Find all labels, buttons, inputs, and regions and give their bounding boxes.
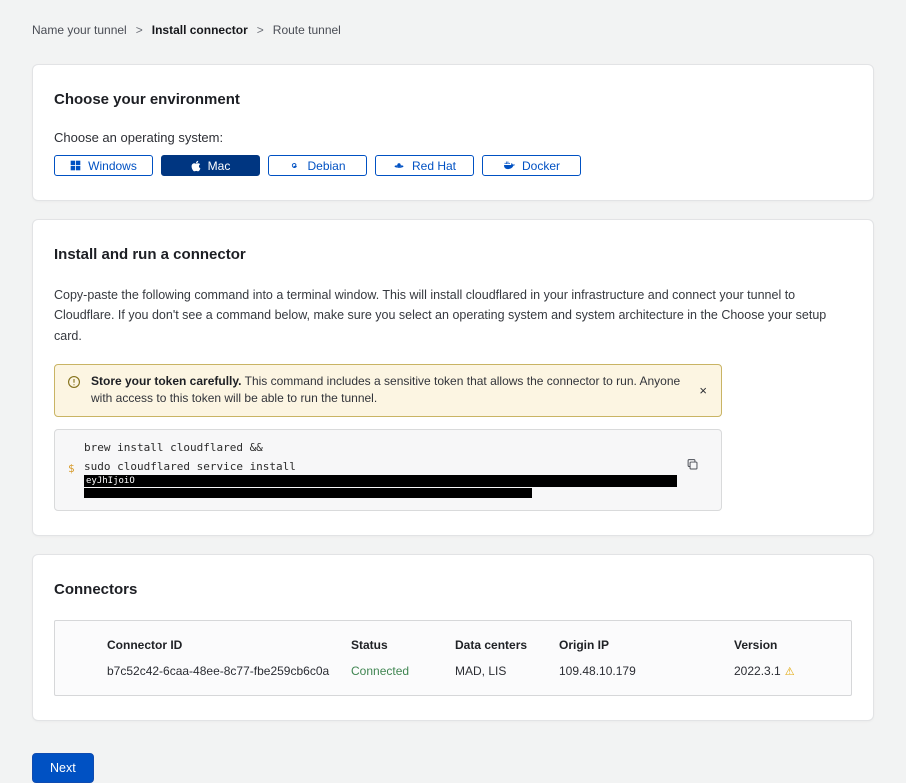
windows-icon bbox=[70, 160, 81, 171]
breadcrumb-separator: > bbox=[136, 23, 143, 37]
os-button-label: Mac bbox=[208, 159, 231, 173]
column-header-version: Version bbox=[734, 638, 841, 652]
token-warning-banner: Store your token carefully. This command… bbox=[54, 364, 722, 417]
os-button-group: Windows Mac Debian Red Hat bbox=[54, 155, 852, 176]
next-button[interactable]: Next bbox=[32, 753, 94, 783]
cell-version: 2022.3.1 ⚠ bbox=[734, 664, 841, 678]
os-select-label: Choose an operating system: bbox=[54, 130, 852, 145]
breadcrumb-separator: > bbox=[257, 23, 264, 37]
os-button-label: Docker bbox=[522, 159, 560, 173]
shell-prompt: $ bbox=[68, 462, 75, 475]
code-lines: brew install cloudflared && sudo cloudfl… bbox=[84, 441, 681, 498]
cell-origin-ip: 109.48.10.179 bbox=[559, 664, 734, 678]
version-value: 2022.3.1 bbox=[734, 664, 781, 678]
column-header-connector-id: Connector ID bbox=[107, 638, 351, 652]
os-button-mac[interactable]: Mac bbox=[161, 155, 260, 176]
breadcrumb-step-install-connector[interactable]: Install connector bbox=[152, 23, 248, 37]
cell-connector-id: b7c52c42-6caa-48ee-8c77-fbe259cb6c0a bbox=[107, 664, 351, 678]
os-button-windows[interactable]: Windows bbox=[54, 155, 153, 176]
token-redacted-bar bbox=[84, 488, 532, 498]
debian-icon bbox=[289, 160, 300, 171]
os-button-redhat[interactable]: Red Hat bbox=[375, 155, 474, 176]
status-badge: Connected bbox=[351, 664, 455, 678]
version-warning-icon: ⚠ bbox=[785, 666, 795, 678]
install-command-block: $ brew install cloudflared && sudo cloud… bbox=[54, 429, 722, 511]
os-button-debian[interactable]: Debian bbox=[268, 155, 367, 176]
copy-icon[interactable] bbox=[684, 456, 701, 476]
breadcrumb: Name your tunnel > Install connector > R… bbox=[32, 0, 874, 37]
cell-data-centers: MAD, LIS bbox=[455, 664, 559, 678]
token-warning-bold: Store your token carefully. bbox=[91, 374, 242, 388]
breadcrumb-step-name-your-tunnel[interactable]: Name your tunnel bbox=[32, 23, 127, 37]
os-button-label: Windows bbox=[88, 159, 137, 173]
token-prefix: eyJhIjoiO bbox=[86, 476, 135, 486]
os-button-label: Debian bbox=[307, 159, 345, 173]
apple-icon bbox=[191, 160, 201, 172]
code-line-1: brew install cloudflared && bbox=[84, 441, 681, 454]
token-redacted-line: eyJhIjoiO bbox=[84, 475, 677, 487]
redhat-icon bbox=[393, 160, 405, 171]
page: Name your tunnel > Install connector > R… bbox=[0, 0, 906, 783]
breadcrumb-step-route-tunnel[interactable]: Route tunnel bbox=[273, 23, 341, 37]
column-header-status: Status bbox=[351, 638, 455, 652]
column-header-origin-ip: Origin IP bbox=[559, 638, 734, 652]
connectors-card: Connectors Connector ID Status Data cent… bbox=[32, 554, 874, 721]
close-icon[interactable]: × bbox=[695, 382, 711, 399]
docker-icon bbox=[503, 160, 515, 171]
alert-circle-icon bbox=[67, 375, 81, 389]
environment-card-title: Choose your environment bbox=[54, 91, 852, 108]
code-line-2: sudo cloudflared service install bbox=[84, 460, 681, 473]
install-connector-title: Install and run a connector bbox=[54, 246, 852, 263]
os-button-label: Red Hat bbox=[412, 159, 456, 173]
column-header-data-centers: Data centers bbox=[455, 638, 559, 652]
connectors-table: Connector ID Status Data centers Origin … bbox=[54, 620, 852, 696]
os-button-docker[interactable]: Docker bbox=[482, 155, 581, 176]
install-connector-description: Copy-paste the following command into a … bbox=[54, 285, 850, 346]
connectors-title: Connectors bbox=[54, 581, 852, 598]
environment-card: Choose your environment Choose an operat… bbox=[32, 64, 874, 201]
install-connector-card: Install and run a connector Copy-paste t… bbox=[32, 219, 874, 536]
token-warning-text: Store your token carefully. This command… bbox=[91, 373, 685, 408]
